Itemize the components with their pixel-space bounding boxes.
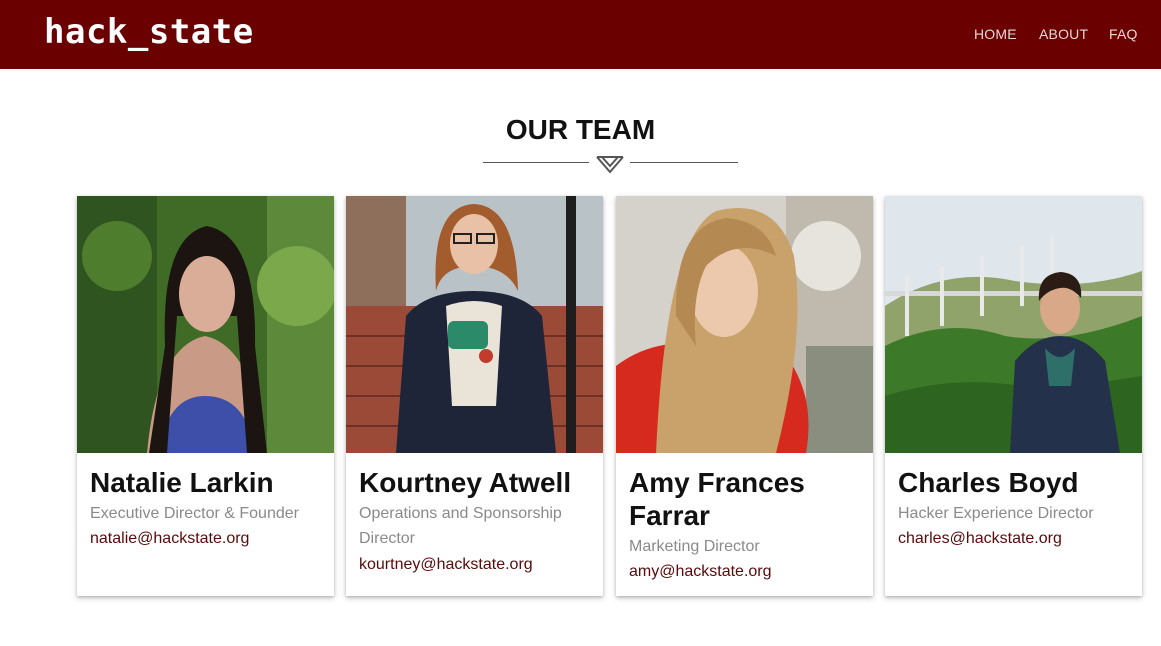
team-member-email-link[interactable]: natalie@hackstate.org [90,526,326,551]
team-card: Amy Frances Farrar Marketing Director am… [616,196,873,596]
divider-line-right [630,162,738,163]
team-member-name: Natalie Larkin [90,467,274,498]
nav-item-faq[interactable]: FAQ [1109,26,1138,42]
section-title: OUR TEAM [505,114,656,145]
team-member-photo [885,196,1142,453]
team-member-role: Operations and Sponsorship Director [359,505,562,547]
nav-item-home[interactable]: HOME [974,26,1017,42]
team-member-photo [346,196,603,453]
nav-item-about[interactable]: ABOUT [1039,26,1088,42]
team-member-role: Hacker Experience Director [898,505,1094,522]
team-member-email-link[interactable]: amy@hackstate.org [629,559,865,584]
team-member-name: Amy Frances Farrar [629,467,805,531]
team-card: Charles Boyd Hacker Experience Director … [885,196,1142,596]
team-card: Kourtney Atwell Operations and Sponsorsh… [346,196,603,596]
team-member-name: Charles Boyd [898,467,1079,498]
divider-line-left [483,162,589,163]
team-member-email-link[interactable]: charles@hackstate.org [898,526,1134,551]
team-member-name: Kourtney Atwell [359,467,572,498]
team-member-role: Executive Director & Founder [90,505,299,522]
chevron-logo-icon [596,156,624,174]
site-logo[interactable]: hack_state [44,12,254,52]
team-member-email-link[interactable]: kourtney@hackstate.org [359,552,595,577]
team-member-photo [616,196,873,453]
navbar: hack_state HOME ABOUT FAQ [0,0,1161,69]
team-member-role: Marketing Director [629,538,760,555]
team-member-photo [77,196,334,453]
team-card: Natalie Larkin Executive Director & Foun… [77,196,334,596]
